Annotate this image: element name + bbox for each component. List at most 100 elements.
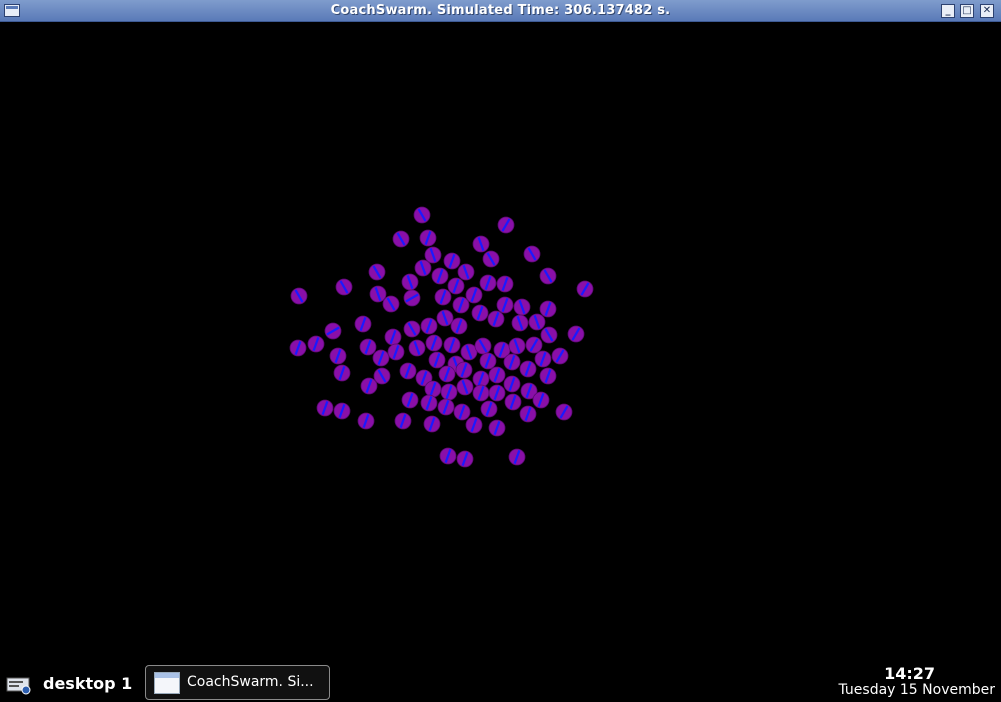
swarm-agent: [456, 378, 474, 396]
swarm-agent: [357, 412, 375, 430]
swarm-agent: [403, 289, 421, 307]
swarm-agent: [532, 391, 550, 409]
swarm-agent: [472, 384, 490, 402]
swarm-agent: [382, 295, 400, 313]
maximize-button[interactable]: □: [960, 4, 974, 18]
swarm-agent: [471, 304, 489, 322]
swarm-agent: [456, 450, 474, 468]
clock-time[interactable]: 14:27: [884, 664, 935, 683]
swarm-agent: [359, 338, 377, 356]
swarm-agent: [373, 367, 391, 385]
desktop-switcher[interactable]: desktop 1: [43, 674, 132, 693]
swarm-agent: [479, 352, 497, 370]
swarm-agent: [399, 362, 417, 380]
swarm-agent: [439, 447, 457, 465]
swarm-agent: [488, 419, 506, 437]
swarm-agent: [408, 339, 426, 357]
window-title: CoachSwarm. Simulated Time: 306.137482 s…: [330, 3, 671, 18]
window-app-icon: [154, 672, 180, 694]
swarm-agent: [576, 280, 594, 298]
swarm-agent: [479, 274, 497, 292]
simulation-canvas[interactable]: [0, 22, 1001, 660]
start-menu-icon[interactable]: [6, 675, 32, 695]
close-button[interactable]: ✕: [980, 4, 994, 18]
swarm-agent: [487, 310, 505, 328]
taskbar-window-label: CoachSwarm. Si...: [187, 674, 314, 690]
swarm-agent: [324, 322, 342, 340]
swarm-agent: [387, 343, 405, 361]
swarm-agent: [437, 398, 455, 416]
swarm-agent: [488, 384, 506, 402]
swarm-agent: [508, 448, 526, 466]
swarm-agent: [333, 364, 351, 382]
swarm-agent: [447, 277, 465, 295]
swarm-agent: [438, 365, 456, 383]
swarm-agent: [420, 394, 438, 412]
swarm-agent: [555, 403, 573, 421]
swarm-agent: [428, 351, 446, 369]
swarm-agent: [431, 267, 449, 285]
swarm-agent: [443, 252, 461, 270]
swarm-agent: [496, 275, 514, 293]
swarm-agent: [329, 347, 347, 365]
swarm-agent: [354, 315, 372, 333]
swarm-agent: [496, 296, 514, 314]
swarm-agent: [472, 235, 490, 253]
swarm-agent: [440, 383, 458, 401]
swarm-agent: [372, 349, 390, 367]
window-titlebar[interactable]: CoachSwarm. Simulated Time: 306.137482 s…: [0, 0, 1001, 22]
swarm-agent: [316, 399, 334, 417]
swarm-agent: [503, 353, 521, 371]
swarm-agent: [567, 325, 585, 343]
swarm-agent: [482, 250, 500, 268]
swarm-agent: [360, 377, 378, 395]
swarm-agent: [528, 313, 546, 331]
swarm-agent: [551, 347, 569, 365]
swarm-agent: [414, 259, 432, 277]
swarm-agent: [452, 296, 470, 314]
swarm-agent: [425, 334, 443, 352]
swarm-agent: [465, 416, 483, 434]
swarm-agent: [450, 317, 468, 335]
minimize-button[interactable]: _: [941, 4, 955, 18]
swarm-agent: [519, 405, 537, 423]
swarm-agent: [513, 298, 531, 316]
swarm-agent: [419, 229, 437, 247]
swarm-agent: [333, 402, 351, 420]
swarm-agent: [460, 343, 478, 361]
swarm-view: [289, 206, 594, 468]
swarm-agent: [539, 367, 557, 385]
swarm-agent: [420, 317, 438, 335]
swarm-agent: [508, 337, 526, 355]
swarm-agent: [369, 285, 387, 303]
swarm-agent: [392, 230, 410, 248]
swarm-agent: [424, 380, 442, 398]
clock-date[interactable]: Tuesday 15 November: [838, 682, 995, 698]
taskbar: desktop 1 CoachSwarm. Si... 14:27 Tuesda…: [0, 660, 1001, 702]
taskbar-window-button[interactable]: CoachSwarm. Si...: [145, 665, 330, 700]
swarm-agent: [534, 350, 552, 368]
swarm-agent: [523, 245, 541, 263]
swarm-agent: [503, 375, 521, 393]
swarm-agent: [453, 403, 471, 421]
swarm-agent: [539, 300, 557, 318]
swarm-agent: [401, 273, 419, 291]
swarm-agent: [504, 393, 522, 411]
swarm-agent: [423, 415, 441, 433]
swarm-agent: [394, 412, 412, 430]
swarm-agent: [474, 337, 492, 355]
swarm-agent: [384, 328, 402, 346]
swarm-agent: [465, 286, 483, 304]
swarm-agent: [290, 287, 308, 305]
swarm-agent: [525, 336, 543, 354]
swarm-agent: [368, 263, 386, 281]
swarm-agent: [511, 314, 529, 332]
swarm-agent: [434, 288, 452, 306]
swarm-agent: [413, 206, 431, 224]
swarm-agent: [307, 335, 325, 353]
swarm-agent: [480, 400, 498, 418]
swarm-agent: [539, 267, 557, 285]
swarm-agent: [403, 320, 421, 338]
swarm-agent: [488, 366, 506, 384]
swarm-agent: [436, 309, 454, 327]
